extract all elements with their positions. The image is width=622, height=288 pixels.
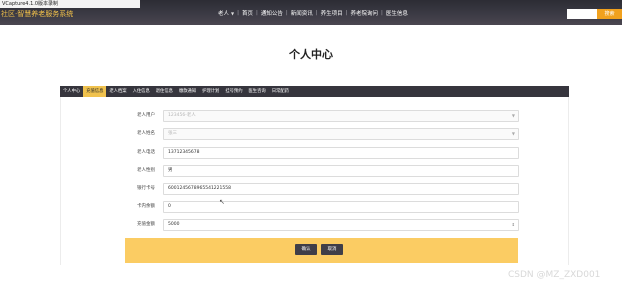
form-row-bank-card: 银行卡号 6001245678965541221558	[61, 183, 570, 195]
recharge-amount-label: 充值金额	[137, 222, 155, 227]
nav-separator: |	[255, 10, 258, 16]
tab-appointment[interactable]: 挂号预约	[222, 86, 245, 97]
nav-doctor-info[interactable]: 医生信息	[386, 9, 408, 17]
tab-recharge-info[interactable]: 充值信息	[83, 86, 107, 97]
recorder-caption: VCapture4.1.0版本录制	[0, 0, 140, 8]
bank-card-label: 银行卡号	[137, 186, 155, 191]
form-row-recharge-amount: 充值金额 5000 ⇕	[61, 219, 570, 231]
form-action-bar: 确认 取消	[125, 238, 518, 263]
site-title[interactable]: 社区·智慧养老服务系统	[1, 8, 87, 20]
chevron-down-icon: ▼	[231, 11, 235, 16]
elder-phone-label: 老人电话	[137, 150, 155, 155]
nav-separator: |	[315, 10, 318, 16]
tab-care-plan[interactable]: 护理计划	[199, 86, 222, 97]
tab-personal-center[interactable]: 个人中心	[60, 86, 83, 97]
watermark: CSDN @MZ_ZXD001	[508, 270, 601, 280]
mouse-cursor-icon: ↖	[219, 198, 225, 206]
nav-health-projects[interactable]: 养生项目	[321, 9, 343, 17]
elder-gender-label: 老人性别	[137, 168, 155, 173]
cancel-button[interactable]: 取消	[321, 244, 343, 255]
form-row-card-balance: 卡内余额 0	[61, 201, 570, 213]
bank-card-field[interactable]: 6001245678965541221558	[163, 183, 519, 195]
elder-user-value: 123456-老人	[168, 113, 196, 118]
nav-separator: |	[285, 10, 288, 16]
tab-checkin-info[interactable]: 入住信息	[130, 86, 153, 97]
card-balance-label: 卡内余额	[137, 204, 155, 209]
tab-elder-records[interactable]: 老人档案	[106, 86, 129, 97]
tab-doctor-consult[interactable]: 医生咨询	[246, 86, 269, 97]
top-navigation-bar: VCapture4.1.0版本录制 社区·智慧养老服务系统 老人 ▼ | 首页 |…	[0, 0, 622, 25]
recharge-amount-field[interactable]: 5000 ⇕	[163, 219, 519, 231]
confirm-button[interactable]: 确认	[295, 244, 317, 255]
elder-gender-field[interactable]: 男	[163, 165, 519, 177]
nav-nursing-home-inquiry[interactable]: 养老院询问	[350, 9, 378, 17]
nav-user-label: 老人	[218, 11, 230, 17]
elder-name-select[interactable]: 张三 ▼	[163, 128, 519, 140]
nav-separator: |	[345, 10, 348, 16]
search-button[interactable]: 搜索	[597, 9, 622, 19]
nav-home[interactable]: 首页	[242, 9, 253, 17]
recharge-form-panel: 老人用户 123456-老人 ▼ 老人姓名 张三 ▼ 老人电话 13712345…	[60, 97, 569, 265]
form-row-elder-gender: 老人性别 男	[61, 165, 570, 177]
tab-checkout-info[interactable]: 退住信息	[153, 86, 176, 97]
number-stepper-icon[interactable]: ⇕	[512, 220, 515, 230]
tab-daily-medication[interactable]: 日常配药	[269, 86, 292, 97]
elder-name-label: 老人姓名	[137, 131, 155, 136]
nav-notices[interactable]: 通知公告	[261, 9, 283, 17]
card-balance-field[interactable]: 0	[163, 201, 519, 213]
form-row-elder-phone: 老人电话 13712345678	[61, 147, 570, 159]
elder-name-value: 张三	[168, 131, 177, 136]
tab-payment-notice[interactable]: 缴款通知	[176, 86, 199, 97]
form-row-elder-name: 老人姓名 张三 ▼	[61, 128, 570, 140]
recharge-amount-value: 5000	[168, 222, 180, 227]
nav-separator: |	[380, 10, 383, 16]
search-input[interactable]	[567, 9, 597, 19]
tab-bar: 个人中心 充值信息 老人档案 入住信息 退住信息 缴款通知 护理计划 挂号预约 …	[60, 86, 569, 97]
page-title: 个人中心	[289, 48, 333, 61]
nav-separator: |	[237, 10, 239, 16]
nav-user-menu[interactable]: 老人 ▼	[218, 9, 234, 17]
elder-user-select[interactable]: 123456-老人 ▼	[163, 110, 519, 122]
form-row-elder-user: 老人用户 123456-老人 ▼	[61, 110, 570, 122]
nav-news[interactable]: 新闻资讯	[291, 9, 313, 17]
chevron-down-icon: ▼	[511, 131, 515, 136]
main-nav: 老人 ▼ | 首页 | 通知公告 | 新闻资讯 | 养生项目 | 养老院询问 | …	[218, 8, 408, 18]
elder-phone-field[interactable]: 13712345678	[163, 147, 519, 159]
elder-user-label: 老人用户	[137, 113, 155, 118]
chevron-down-icon: ▼	[511, 113, 515, 118]
